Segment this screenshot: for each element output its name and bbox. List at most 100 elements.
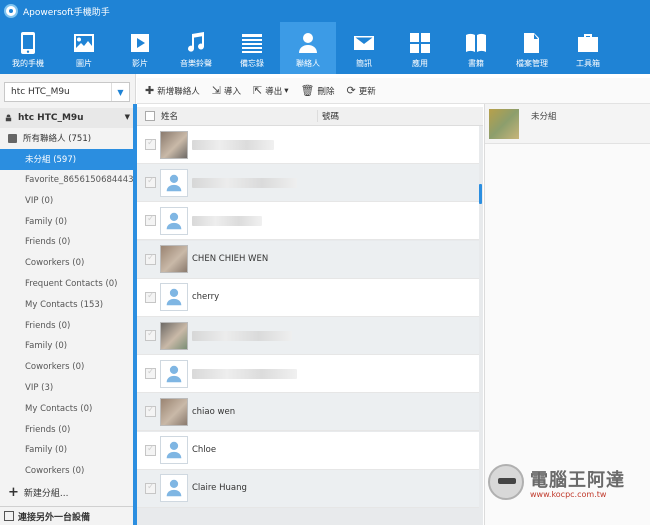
watermark-text: 電腦王阿達: [530, 469, 625, 491]
nav-label: 我的手機: [12, 59, 44, 68]
group-item[interactable]: Coworkers (0): [0, 461, 134, 482]
contact-row[interactable]: [137, 355, 479, 394]
group-list: 所有聯絡人 (751) 未分組 (597) Favorite_8656150684…: [0, 128, 134, 482]
contact-checkbox[interactable]: [145, 367, 156, 380]
new-group-button[interactable]: + 新建分組...: [8, 482, 69, 502]
import-button[interactable]: ⇲ 導入: [212, 84, 241, 97]
contact-checkbox[interactable]: [145, 138, 156, 150]
app-logo-icon: [4, 4, 18, 18]
nav-music[interactable]: 音樂鈴聲: [168, 22, 224, 74]
detail-avatar: [489, 108, 519, 139]
contact-name: Chloe: [192, 445, 217, 456]
nav-label: 檔案管理: [516, 59, 548, 68]
nav-label: 圖片: [76, 59, 92, 68]
nav-file-manager[interactable]: 檔案管理: [504, 22, 560, 74]
redacted-contact-name: [192, 330, 292, 341]
nav-book[interactable]: 書籍: [448, 22, 504, 74]
contact-row[interactable]: Claire Huang: [137, 469, 479, 508]
default-avatar-icon: [160, 359, 188, 388]
group-all-contacts[interactable]: 所有聯絡人 (751): [0, 128, 134, 149]
select-all-checkbox[interactable]: [145, 111, 155, 121]
contact-row[interactable]: cherry: [137, 278, 479, 317]
group-item[interactable]: Friends (0): [0, 419, 134, 440]
contact-row[interactable]: chiao wen: [137, 393, 479, 432]
caret-down-icon[interactable]: ▾: [284, 86, 288, 96]
nav-label: 應用: [412, 59, 428, 68]
device-select[interactable]: htc HTC_M9u ▼: [4, 82, 130, 102]
group-item[interactable]: VIP (3): [0, 378, 134, 399]
default-avatar-icon: [160, 168, 188, 197]
import-icon: ⇲: [211, 84, 221, 97]
trash-icon: 🗑: [300, 84, 315, 97]
nav-video[interactable]: 影片: [112, 22, 168, 74]
group-item[interactable]: Family (0): [0, 440, 134, 461]
column-header-name[interactable]: 姓名: [161, 110, 317, 122]
default-avatar-icon: [160, 283, 188, 312]
group-item[interactable]: Friends (0): [0, 232, 134, 253]
group-item[interactable]: Family (0): [0, 336, 134, 357]
default-avatar-icon: [160, 436, 188, 465]
nav-apps[interactable]: 應用: [392, 22, 448, 74]
export-button[interactable]: ⇱ 導出 ▾: [253, 84, 289, 97]
contact-name: cherry: [192, 292, 220, 303]
column-header-number[interactable]: 號碼: [317, 110, 339, 122]
caret-down-icon[interactable]: ▼: [125, 113, 130, 121]
refresh-button[interactable]: ⟳ 更新: [346, 84, 375, 97]
contact-checkbox[interactable]: [145, 444, 156, 456]
trash-button[interactable]: 🗑 刪除: [300, 84, 334, 97]
watermark-url: www.kocpc.com.tw: [530, 489, 607, 499]
contacts-icon: [293, 30, 323, 56]
contact-photo: [160, 321, 188, 350]
group-item[interactable]: Family (0): [0, 211, 134, 232]
group-item[interactable]: My Contacts (0): [0, 398, 134, 419]
group-item[interactable]: VIP (0): [0, 190, 134, 211]
contact-row[interactable]: [137, 126, 479, 164]
nav-picture[interactable]: 圖片: [56, 22, 112, 74]
device-select-value: htc HTC_M9u: [11, 87, 70, 97]
group-item[interactable]: Friends (0): [0, 315, 134, 336]
nav-contacts[interactable]: 聯絡人: [280, 22, 336, 74]
chevron-down-icon[interactable]: ▼: [111, 83, 129, 101]
contact-photo: [160, 245, 188, 274]
contact-row[interactable]: [137, 202, 479, 241]
toolbox-icon: [573, 30, 603, 56]
group-item[interactable]: My Contacts (153): [0, 294, 134, 315]
contact-row[interactable]: [137, 317, 479, 355]
contact-row[interactable]: Chloe: [137, 431, 479, 470]
group-item[interactable]: Coworkers (0): [0, 253, 134, 274]
contact-checkbox[interactable]: [145, 329, 156, 341]
nav-label: 影片: [132, 59, 148, 68]
contact-checkbox[interactable]: [145, 253, 156, 265]
contact-checkbox[interactable]: [145, 482, 156, 494]
apps-icon: [405, 30, 435, 56]
group-item[interactable]: Frequent Contacts (0): [0, 274, 134, 295]
list-scrollbar[interactable]: [479, 184, 482, 204]
main-nav: 我的手機 圖片 影片 音樂鈴聲 備忘錄 聯絡人 簡訊 應用 書籍 檔案管理 工具箱: [0, 22, 650, 74]
nav-toolbox[interactable]: 工具箱: [560, 22, 616, 74]
group-item[interactable]: Coworkers (0): [0, 357, 134, 378]
connect-other-device-button[interactable]: 連接另外一台設備: [0, 506, 136, 525]
contact-checkbox[interactable]: [145, 176, 156, 189]
device-header[interactable]: htc HTC_M9u ▼: [0, 108, 136, 128]
contact-checkbox[interactable]: [145, 214, 156, 227]
contact-book-icon: [8, 133, 17, 143]
plus-button[interactable]: ✚ 新增聯絡人: [145, 84, 200, 97]
group-item[interactable]: Favorite_8656150684443...: [0, 170, 134, 191]
nav-label: 音樂鈴聲: [180, 59, 212, 68]
sidebar: htc HTC_M9u ▼ htc HTC_M9u ▼ 所有聯絡人 (751) …: [0, 74, 136, 525]
contact-checkbox[interactable]: [145, 405, 156, 418]
nav-phone[interactable]: 我的手機: [0, 22, 56, 74]
contact-checkbox[interactable]: [145, 291, 156, 303]
contact-row[interactable]: [137, 164, 479, 203]
contact-row[interactable]: CHEN CHIEH WEN: [137, 240, 479, 279]
nav-memo[interactable]: 備忘錄: [224, 22, 280, 74]
contact-name: CHEN CHIEH WEN: [192, 254, 269, 265]
refresh-icon: ⟳: [346, 84, 356, 97]
book-icon: [461, 30, 491, 56]
action-label: 更新: [358, 86, 376, 97]
group-item[interactable]: 未分組 (597): [0, 148, 134, 170]
nav-message[interactable]: 簡訊: [336, 22, 392, 74]
contact-list-header: 姓名 號碼: [137, 107, 483, 126]
action-label: 導入: [223, 86, 241, 97]
action-label: 刪除: [317, 86, 335, 97]
